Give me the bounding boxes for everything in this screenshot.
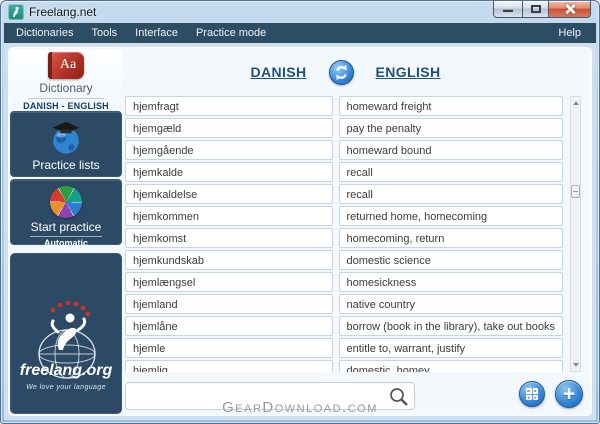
translation-cell[interactable]: domestic science	[339, 250, 564, 270]
minimize-icon	[503, 9, 513, 12]
word-cell[interactable]: hjemland	[125, 294, 333, 314]
maximize-icon	[531, 5, 541, 13]
divider	[30, 236, 102, 237]
tab-start-practice[interactable]: Start practice Automatic	[10, 179, 122, 245]
scroll-down-icon[interactable]	[571, 361, 580, 370]
target-language-link[interactable]: ENGLISH	[376, 64, 441, 80]
word-cell[interactable]: hjemgående	[125, 140, 333, 160]
app-icon	[8, 4, 24, 20]
word-cell[interactable]: hjemgæld	[125, 118, 333, 138]
word-cell[interactable]: hjemlåne	[125, 316, 333, 336]
dictionary-pair-label: DANISH - ENGLISH	[10, 101, 122, 111]
window-body: Aa Dictionary DANISH - ENGLISH	[4, 43, 596, 420]
sync-arrows-icon	[331, 62, 352, 83]
translation-cell[interactable]: returned home, homecoming	[339, 206, 564, 226]
word-cell[interactable]: hjemkomst	[125, 228, 333, 248]
practice-mode-label: Automatic	[11, 238, 121, 248]
search-input[interactable]	[127, 384, 384, 408]
minimize-button[interactable]	[493, 1, 522, 18]
word-cell[interactable]: hjemkundskab	[125, 250, 333, 270]
colored-pie-icon	[50, 186, 82, 218]
tab-practice-lists[interactable]: Practice lists	[10, 111, 122, 177]
word-cell[interactable]: hjemkalde	[125, 162, 333, 182]
word-lists: hjemfragthjemgældhjemgåendehjemkaldehjem…	[125, 96, 563, 372]
words-column: hjemfragthjemgældhjemgåendehjemkaldehjem…	[125, 96, 333, 372]
source-language-link[interactable]: DANISH	[250, 64, 306, 80]
main-area: DANISH ENGLISH hjemfragthjemgældhjemgåen…	[122, 47, 589, 416]
swap-languages-button[interactable]	[329, 60, 354, 85]
menu-tools[interactable]: Tools	[82, 23, 126, 43]
translation-cell[interactable]: recall	[339, 184, 564, 204]
content-panel: Aa Dictionary DANISH - ENGLISH	[7, 46, 593, 417]
window-controls	[493, 1, 591, 18]
plus-icon: +	[563, 384, 575, 405]
special-characters-button[interactable]: æøåé	[519, 381, 545, 407]
menu-practice-mode[interactable]: Practice mode	[187, 23, 275, 43]
translation-cell[interactable]: native country	[339, 294, 564, 314]
menu-help[interactable]: Help	[549, 23, 590, 43]
dictionary-tab-label: Dictionary	[10, 81, 122, 95]
menu-dictionaries[interactable]: Dictionaries	[7, 23, 82, 43]
translation-cell[interactable]: borrow (book in the library), take out b…	[339, 316, 564, 336]
app-window: Freelang.net Dictionaries Tools Interfac…	[0, 0, 600, 424]
word-list-scrollbar[interactable]	[570, 96, 581, 372]
translation-cell[interactable]: pay the penalty	[339, 118, 564, 138]
translation-cell[interactable]: homecoming, return	[339, 228, 564, 248]
scrollbar-thumb[interactable]	[571, 185, 580, 198]
word-cell[interactable]: hjemlængsel	[125, 272, 333, 292]
translation-cell[interactable]: homeward freight	[339, 96, 564, 116]
translation-cell[interactable]: recall	[339, 162, 564, 182]
menu-interface[interactable]: Interface	[126, 23, 187, 43]
titlebar: Freelang.net	[1, 1, 599, 23]
search-box	[125, 382, 415, 410]
divider	[28, 98, 104, 99]
close-icon	[565, 4, 575, 14]
freelang-logo-tagline: We love your language	[26, 384, 106, 391]
translations-column: homeward freightpay the penaltyhomeward …	[339, 96, 564, 372]
character-grid-icon: æøåé	[526, 388, 538, 400]
translation-cell[interactable]: entitle to, warrant, justify	[339, 338, 564, 358]
window-title: Freelang.net	[29, 5, 96, 19]
globe-graduation-cap-icon	[47, 120, 85, 156]
freelang-logo-panel: freelang.org We love your language	[10, 253, 122, 414]
translation-cell[interactable]: domestic, homey	[339, 360, 564, 372]
word-cell[interactable]: hjemlig	[125, 360, 333, 372]
maximize-button[interactable]	[522, 1, 549, 18]
freelang-logo-title: freelang.org	[20, 362, 112, 380]
close-button[interactable]	[549, 1, 591, 18]
word-cell[interactable]: hjemkommen	[125, 206, 333, 226]
add-word-button[interactable]: +	[555, 380, 583, 408]
translation-cell[interactable]: homeward bound	[339, 140, 564, 160]
search-icon[interactable]	[388, 386, 410, 408]
scroll-up-icon[interactable]	[571, 98, 580, 107]
start-practice-label: Start practice	[11, 220, 121, 234]
sidebar: Aa Dictionary DANISH - ENGLISH	[10, 49, 122, 414]
word-cell[interactable]: hjemle	[125, 338, 333, 358]
practice-lists-label: Practice lists	[11, 158, 121, 172]
word-cell[interactable]: hjemfragt	[125, 96, 333, 116]
word-cell[interactable]: hjemkaldelse	[125, 184, 333, 204]
translation-cell[interactable]: homesickness	[339, 272, 564, 292]
tab-dictionary[interactable]: Aa Dictionary DANISH - ENGLISH	[10, 49, 122, 109]
menubar: Dictionaries Tools Interface Practice mo…	[4, 23, 596, 43]
dictionary-book-icon: Aa	[48, 52, 84, 79]
language-header: DANISH ENGLISH	[122, 57, 569, 87]
